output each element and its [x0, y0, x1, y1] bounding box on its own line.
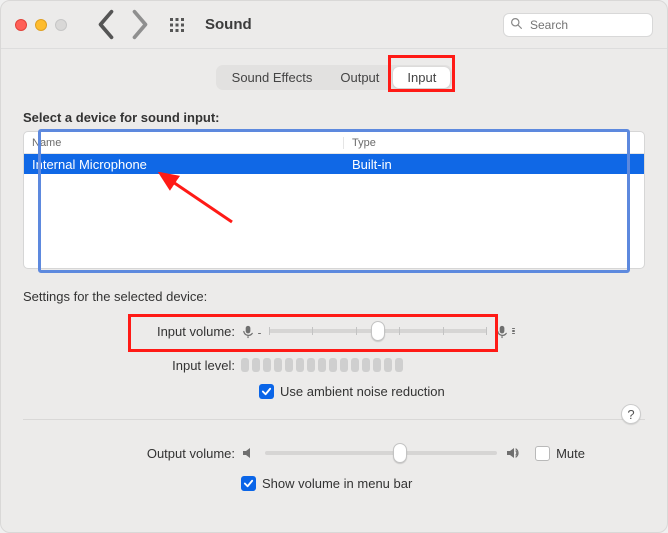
zoom-window-button: [55, 19, 67, 31]
close-window-button[interactable]: [15, 19, 27, 31]
input-level-row: Input level:: [23, 352, 645, 378]
back-button[interactable]: [95, 14, 117, 36]
ambient-noise-checkbox[interactable]: [259, 384, 274, 399]
output-volume-slider[interactable]: [265, 451, 497, 455]
speaker-high-icon: [505, 445, 521, 461]
tab-input[interactable]: Input: [393, 67, 450, 88]
ambient-noise-row: Use ambient noise reduction: [23, 384, 645, 399]
mute-label: Mute: [556, 446, 585, 461]
chevron-right-icon: [129, 8, 151, 41]
help-button[interactable]: ?: [621, 404, 641, 424]
forward-button: [129, 14, 151, 36]
input-volume-row: Input volume:: [23, 318, 645, 344]
check-icon: [243, 478, 254, 489]
input-volume-label: Input volume:: [23, 324, 241, 339]
help-icon: ?: [627, 407, 634, 422]
tab-output[interactable]: Output: [326, 67, 393, 88]
menubar-row: Show volume in menu bar: [23, 476, 645, 491]
grid-icon: [169, 17, 185, 33]
input-device-heading: Select a device for sound input:: [23, 110, 645, 125]
page-title: Sound: [205, 16, 252, 33]
minimize-window-button[interactable]: [35, 19, 47, 31]
input-level-meter: [241, 358, 495, 372]
tab-bar: Sound Effects Output Input: [216, 65, 453, 90]
output-volume-label: Output volume:: [23, 446, 241, 461]
mic-high-icon: [495, 324, 515, 339]
search-icon: [510, 17, 523, 33]
show-all-button[interactable]: [169, 17, 185, 33]
search-input[interactable]: [503, 13, 653, 37]
window-controls: [15, 19, 67, 31]
menubar-label: Show volume in menu bar: [262, 476, 412, 491]
input-level-label: Input level:: [23, 358, 241, 373]
input-volume-thumb[interactable]: [371, 321, 385, 341]
annotation-highlight-table: [38, 129, 630, 273]
chevron-left-icon: [95, 8, 117, 41]
divider: [23, 419, 645, 420]
speaker-low-icon: [241, 445, 257, 461]
settings-heading: Settings for the selected device:: [23, 289, 645, 304]
mic-low-icon: [241, 324, 261, 339]
input-volume-slider[interactable]: [269, 329, 487, 333]
titlebar: Sound: [1, 1, 667, 49]
tab-sound-effects[interactable]: Sound Effects: [218, 67, 327, 88]
output-volume-thumb[interactable]: [393, 443, 407, 463]
content-area: Sound Effects Output Input Select a devi…: [1, 49, 667, 532]
search-field-wrap: [503, 13, 653, 37]
menubar-checkbox[interactable]: [241, 476, 256, 491]
ambient-noise-label: Use ambient noise reduction: [280, 384, 445, 399]
output-volume-row: Output volume: Mute: [23, 440, 645, 466]
check-icon: [261, 386, 272, 397]
tab-bar-wrap: Sound Effects Output Input: [23, 65, 645, 90]
mute-checkbox[interactable]: [535, 446, 550, 461]
nav-buttons: [95, 14, 151, 36]
